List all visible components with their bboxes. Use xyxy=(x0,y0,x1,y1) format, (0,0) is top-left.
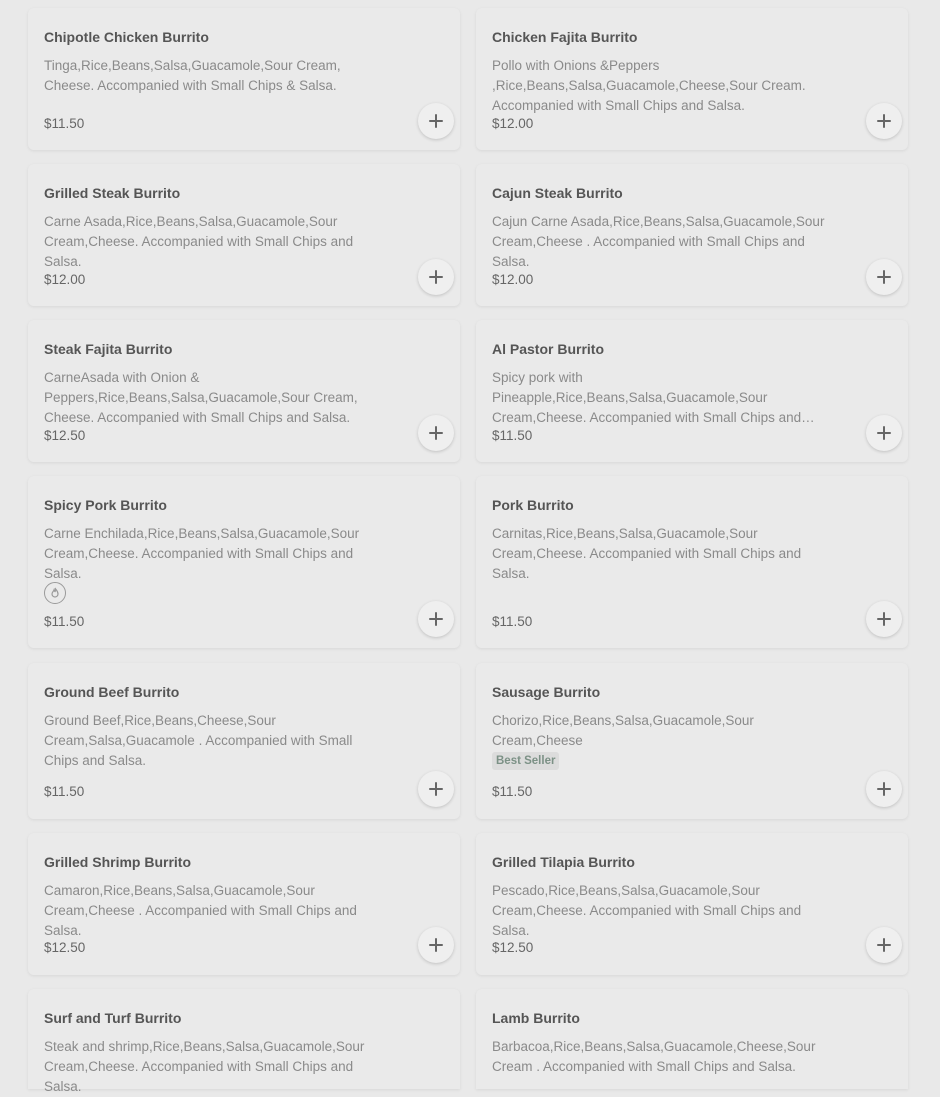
plus-icon xyxy=(877,270,891,284)
add-item-button[interactable] xyxy=(866,601,902,637)
menu-item-card[interactable]: Spicy Pork Burrito Carne Enchilada,Rice,… xyxy=(28,476,460,648)
item-price: $12.00 xyxy=(492,116,534,131)
add-item-button[interactable] xyxy=(418,259,454,295)
add-item-button[interactable] xyxy=(866,103,902,139)
item-name: Chipotle Chicken Burrito xyxy=(44,29,209,45)
item-name: Grilled Shrimp Burrito xyxy=(44,854,192,870)
spicy-flame-icon xyxy=(44,582,66,604)
menu-item-card[interactable]: Grilled Tilapia Burrito Pescado,Rice,Bea… xyxy=(476,833,908,975)
item-price: $12.00 xyxy=(492,272,534,287)
item-name: Cajun Steak Burrito xyxy=(492,185,623,201)
item-name: Grilled Steak Burrito xyxy=(44,185,181,201)
item-price: $11.50 xyxy=(492,428,533,443)
best-seller-badge: Best Seller xyxy=(492,752,560,770)
menu-item-card[interactable]: Surf and Turf Burrito Steak and shrimp,R… xyxy=(28,989,460,1094)
plus-icon xyxy=(429,270,443,284)
item-price: $11.50 xyxy=(44,784,85,799)
plus-icon xyxy=(429,782,443,796)
item-price: $11.50 xyxy=(492,614,533,629)
plus-icon xyxy=(429,114,443,128)
item-name: Chicken Fajita Burrito xyxy=(492,29,638,45)
item-description: Tinga,Rice,Beans,Salsa,Guacamole,Sour Cr… xyxy=(44,58,341,93)
item-description: Steak and shrimp,Rice,Beans,Salsa,Guacam… xyxy=(44,1039,365,1094)
item-description: Carne Asada,Rice,Beans,Salsa,Guacamole,S… xyxy=(44,214,354,269)
plus-icon xyxy=(877,938,891,952)
item-description: Cajun Carne Asada,Rice,Beans,Salsa,Guaca… xyxy=(492,214,825,269)
plus-icon xyxy=(877,114,891,128)
add-item-button[interactable] xyxy=(866,259,902,295)
item-name: Lamb Burrito xyxy=(492,1010,580,1026)
item-price: $12.00 xyxy=(44,272,86,287)
plus-icon xyxy=(429,938,443,952)
plus-icon xyxy=(877,782,891,796)
item-description: Ground Beef,Rice,Beans,Cheese,Sour Cream… xyxy=(44,713,353,768)
plus-icon xyxy=(877,612,891,626)
item-price: $11.50 xyxy=(44,614,85,629)
item-name: Steak Fajita Burrito xyxy=(44,341,173,357)
menu-item-card[interactable]: Steak Fajita Burrito CarneAsada with Oni… xyxy=(28,320,460,462)
menu-item-card[interactable]: Grilled Shrimp Burrito Camaron,Rice,Bean… xyxy=(28,833,460,975)
add-item-button[interactable] xyxy=(418,771,454,807)
item-description: Carnitas,Rice,Beans,Salsa,Guacamole,Sour… xyxy=(492,526,802,581)
menu-item-card[interactable]: Lamb Burrito Barbacoa,Rice,Beans,Salsa,G… xyxy=(476,989,908,1089)
add-item-button[interactable] xyxy=(418,415,454,451)
item-price: $11.50 xyxy=(492,784,533,799)
plus-icon xyxy=(429,426,443,440)
menu-item-card[interactable]: Grilled Steak Burrito Carne Asada,Rice,B… xyxy=(28,164,460,306)
item-price: $12.50 xyxy=(44,940,86,955)
item-price: $11.50 xyxy=(44,116,85,131)
menu-item-card[interactable]: Ground Beef Burrito Ground Beef,Rice,Bea… xyxy=(28,663,460,819)
plus-icon xyxy=(429,612,443,626)
item-name: Pork Burrito xyxy=(492,497,574,513)
item-name: Sausage Burrito xyxy=(492,684,601,700)
item-description: Pescado,Rice,Beans,Salsa,Guacamole,Sour … xyxy=(492,883,802,938)
add-item-button[interactable] xyxy=(418,927,454,963)
add-item-button[interactable] xyxy=(418,103,454,139)
item-description: CarneAsada with Onion & Peppers,Rice,Bea… xyxy=(44,370,358,425)
menu-item-card[interactable]: Sausage Burrito Chorizo,Rice,Beans,Salsa… xyxy=(476,663,908,819)
add-item-button[interactable] xyxy=(866,415,902,451)
item-description: Spicy pork with Pineapple,Rice,Beans,Sal… xyxy=(492,370,802,425)
item-name: Surf and Turf Burrito xyxy=(44,1010,182,1026)
item-name: Grilled Tilapia Burrito xyxy=(492,854,635,870)
add-item-button[interactable] xyxy=(866,927,902,963)
item-description: Camaron,Rice,Beans,Salsa,Guacamole,Sour … xyxy=(44,883,357,938)
item-name: Spicy Pork Burrito xyxy=(44,497,167,513)
menu-item-card[interactable]: Chipotle Chicken Burrito Tinga,Rice,Bean… xyxy=(28,8,460,150)
item-name: Ground Beef Burrito xyxy=(44,684,180,700)
plus-icon xyxy=(877,426,891,440)
item-price: $12.50 xyxy=(44,428,86,443)
item-description: Pollo with Onions &Peppers ,Rice,Beans,S… xyxy=(492,58,806,113)
item-name: Al Pastor Burrito xyxy=(492,341,605,357)
add-item-button[interactable] xyxy=(866,771,902,807)
menu-item-card[interactable]: Cajun Steak Burrito Cajun Carne Asada,Ri… xyxy=(476,164,908,306)
item-description: Chorizo,Rice,Beans,Salsa,Guacamole,Sour … xyxy=(492,713,754,748)
menu-item-card[interactable]: Chicken Fajita Burrito Pollo with Onions… xyxy=(476,8,908,150)
item-description: Carne Enchilada,Rice,Beans,Salsa,Guacamo… xyxy=(44,526,360,581)
add-item-button[interactable] xyxy=(418,601,454,637)
item-price: $12.50 xyxy=(492,940,534,955)
menu-item-card[interactable]: Al Pastor Burrito Spicy pork with Pineap… xyxy=(476,320,908,462)
item-description: Barbacoa,Rice,Beans,Salsa,Guacamole,Chee… xyxy=(492,1039,816,1074)
menu-item-card[interactable]: Pork Burrito Carnitas,Rice,Beans,Salsa,G… xyxy=(476,476,908,648)
